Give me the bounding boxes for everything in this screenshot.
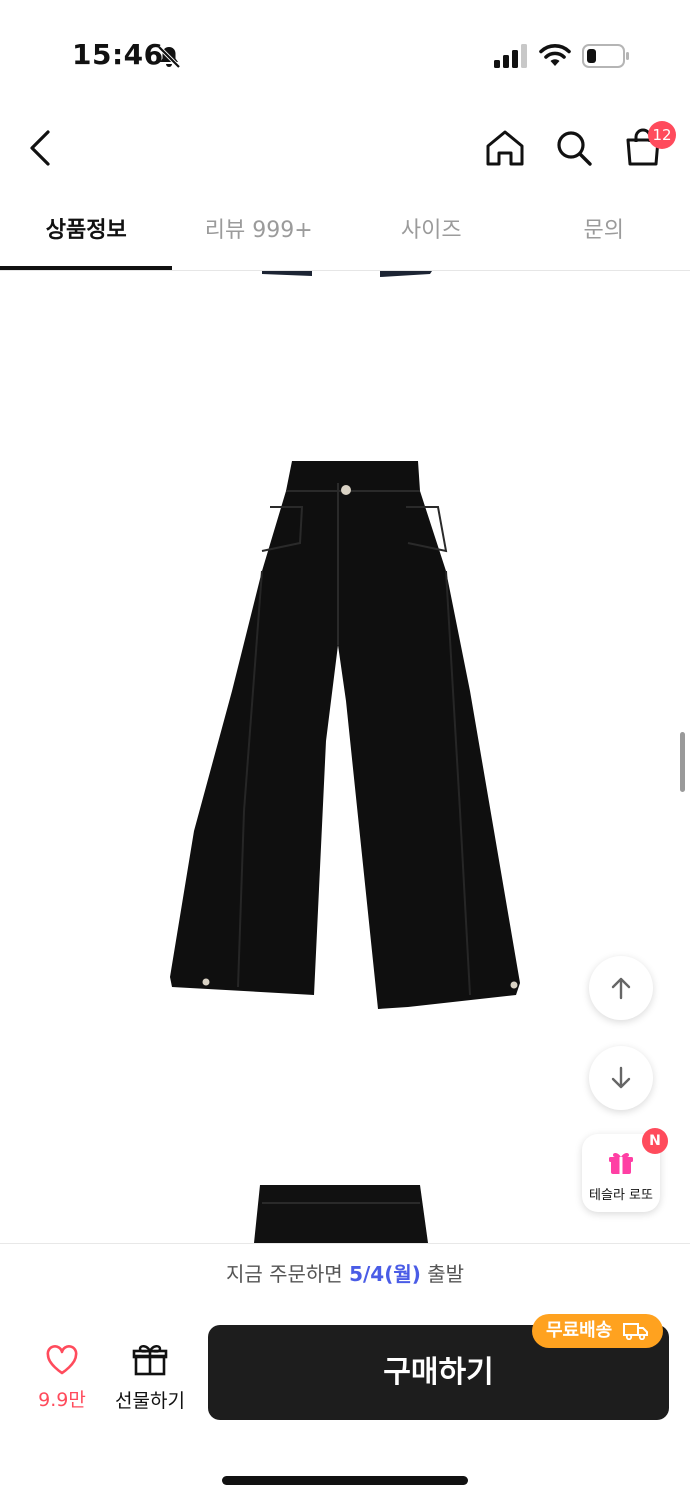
cart-count-badge: 12: [648, 121, 676, 149]
tab-reviews[interactable]: 리뷰 999+: [173, 200, 346, 270]
gift-box-icon: [132, 1345, 168, 1376]
battery-icon: [582, 44, 629, 68]
home-indicator[interactable]: [222, 1476, 468, 1485]
shipping-prefix: 지금 주문하면: [225, 1262, 350, 1286]
gift-label: 선물하기: [115, 1390, 185, 1412]
back-icon[interactable]: [24, 128, 60, 168]
cellular-signal-icon: [494, 44, 527, 68]
active-tab-indicator: [0, 266, 172, 270]
tab-product-info[interactable]: 상품정보: [0, 200, 173, 270]
home-icon[interactable]: [484, 128, 526, 168]
arrow-up-icon: [611, 977, 631, 1000]
product-detail-images: [0, 271, 690, 1243]
like-count: 9.9만: [38, 1389, 86, 1411]
search-icon[interactable]: [554, 128, 594, 168]
like-button[interactable]: 9.9만: [30, 1345, 94, 1412]
wifi-icon: [539, 44, 571, 66]
silent-bell-icon: [157, 45, 181, 69]
tab-inquiry[interactable]: 문의: [518, 200, 690, 270]
free-shipping-badge: 무료배송: [532, 1314, 663, 1348]
shipping-suffix: 출발: [420, 1262, 465, 1286]
scroll-up-button[interactable]: [589, 956, 653, 1020]
free-shipping-label: 무료배송: [546, 1320, 613, 1341]
shipping-date: 5/4(월): [349, 1262, 421, 1286]
heart-icon: [46, 1345, 78, 1375]
product-image-pants: [170, 271, 520, 1243]
tab-size[interactable]: 사이즈: [345, 200, 518, 270]
shipping-notice: 지금 주문하면 5/4(월) 출발: [0, 1243, 690, 1305]
new-badge: N: [642, 1128, 668, 1154]
arrow-down-icon: [611, 1066, 631, 1089]
delivery-truck-icon: [622, 1323, 648, 1341]
gift-icon: [609, 1152, 633, 1174]
scroll-down-button[interactable]: [589, 1046, 653, 1110]
gift-button[interactable]: 선물하기: [112, 1342, 188, 1413]
product-tabs: 상품정보 리뷰 999+ 사이즈 문의: [0, 200, 690, 271]
status-time: 15:46: [72, 38, 164, 71]
scroll-indicator[interactable]: [680, 732, 685, 792]
lotto-label: 테슬라 로또: [589, 1188, 653, 1203]
